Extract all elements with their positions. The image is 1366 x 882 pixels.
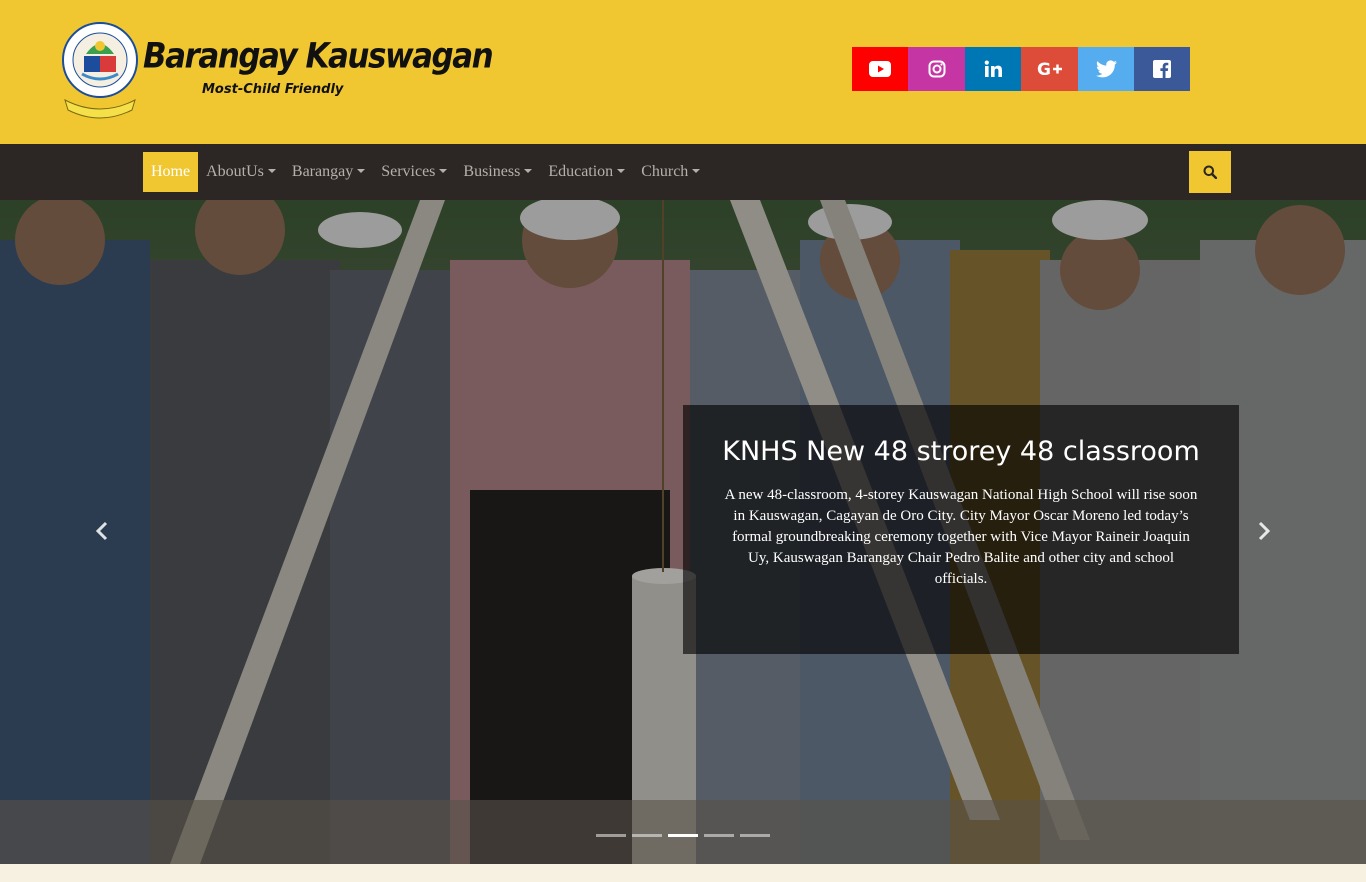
chevron-right-icon bbox=[1258, 521, 1271, 541]
nav-item-home[interactable]: Home bbox=[143, 152, 199, 192]
nav-item-label: Services bbox=[381, 163, 436, 180]
nav-item-education[interactable]: Education bbox=[540, 152, 633, 192]
twitter-link[interactable] bbox=[1078, 47, 1134, 91]
nav-item-label: Barangay bbox=[291, 163, 354, 180]
caret-down-icon bbox=[267, 168, 276, 173]
linkedin-icon bbox=[984, 60, 1002, 77]
hero-carousel: KNHS New 48 strorey 48 classroom A new 4… bbox=[0, 200, 1366, 864]
youtube-link[interactable] bbox=[852, 47, 908, 91]
nav-item-barangay[interactable]: Barangay bbox=[284, 152, 373, 192]
carousel-prev-button[interactable] bbox=[87, 516, 117, 546]
caret-down-icon bbox=[524, 168, 533, 173]
nav-item-label: Education bbox=[548, 163, 614, 180]
carousel-indicator-2[interactable] bbox=[632, 834, 662, 837]
chevron-left-icon bbox=[95, 521, 108, 541]
carousel-indicator-5[interactable] bbox=[740, 834, 770, 837]
nav-item-label: Home bbox=[151, 163, 191, 180]
instagram-link[interactable] bbox=[908, 47, 965, 91]
nav-item-business[interactable]: Business bbox=[455, 152, 540, 192]
youtube-icon bbox=[869, 61, 891, 77]
nav-menu: Home AboutUs Barangay Services Business … bbox=[143, 152, 708, 192]
facebook-link[interactable] bbox=[1134, 47, 1190, 91]
carousel-next-button[interactable] bbox=[1249, 516, 1279, 546]
barangay-seal-logo[interactable] bbox=[62, 20, 138, 120]
main-navbar: Home AboutUs Barangay Services Business … bbox=[0, 144, 1366, 200]
google-plus-link[interactable]: G bbox=[1021, 47, 1078, 91]
caret-down-icon bbox=[617, 168, 626, 173]
nav-item-label: Church bbox=[641, 163, 689, 180]
twitter-icon bbox=[1095, 60, 1117, 78]
site-title[interactable]: Barangay Kauswagan bbox=[143, 36, 494, 76]
site-header: Barangay Kauswagan Most-Child Friendly G bbox=[0, 0, 1366, 144]
carousel-indicator-1[interactable] bbox=[596, 834, 626, 837]
search-icon bbox=[1203, 165, 1217, 179]
search-button[interactable] bbox=[1189, 151, 1231, 193]
caret-down-icon bbox=[439, 168, 448, 173]
social-links: G bbox=[852, 47, 1190, 91]
caret-down-icon bbox=[692, 168, 701, 173]
site-tagline: Most-Child Friendly bbox=[202, 82, 344, 97]
nav-item-church[interactable]: Church bbox=[633, 152, 708, 192]
caret-down-icon bbox=[357, 168, 366, 173]
nav-item-aboutus[interactable]: AboutUs bbox=[198, 152, 284, 192]
caption-text: A new 48-classroom, 4-storey Kauswagan N… bbox=[724, 487, 1198, 587]
carousel-indicators bbox=[596, 834, 770, 837]
caption-title: KNHS New 48 strorey 48 classroom bbox=[722, 436, 1200, 467]
nav-item-label: Business bbox=[463, 163, 521, 180]
nav-item-label: AboutUs bbox=[206, 163, 264, 180]
instagram-icon bbox=[928, 60, 945, 78]
carousel-indicator-3[interactable] bbox=[668, 834, 698, 837]
facebook-icon bbox=[1153, 60, 1171, 78]
carousel-caption: KNHS New 48 strorey 48 classroom A new 4… bbox=[683, 405, 1239, 654]
google-plus-icon: G bbox=[1037, 61, 1062, 77]
nav-item-services[interactable]: Services bbox=[373, 152, 455, 192]
svg-text:G: G bbox=[1037, 61, 1051, 77]
carousel-indicator-4[interactable] bbox=[704, 834, 734, 837]
linkedin-link[interactable] bbox=[965, 47, 1021, 91]
